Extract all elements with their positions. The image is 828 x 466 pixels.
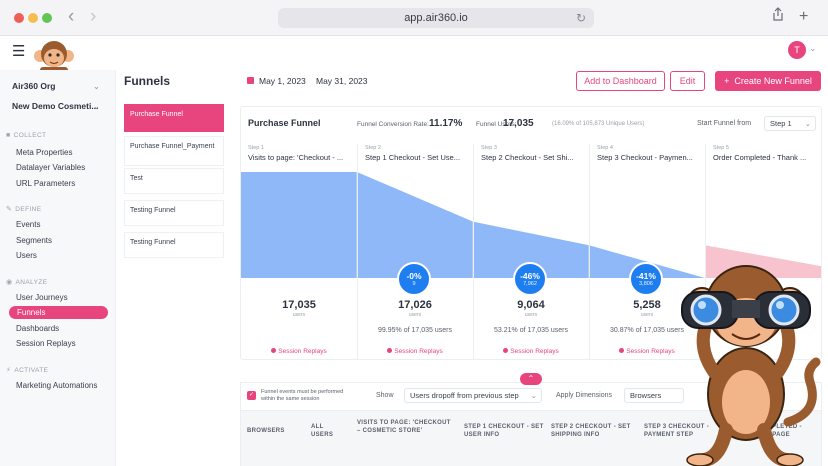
create-new-funnel-label: Create New Funnel	[734, 76, 812, 86]
column-header[interactable]: VISITS TO PAGE: 'CHECKOUT – COSMETIC STO…	[357, 419, 453, 443]
create-new-funnel-button[interactable]: + Create New Funnel	[715, 71, 821, 91]
chevron-down-icon: ⌄	[92, 101, 100, 111]
start-funnel-label: Start Funnel from	[697, 120, 752, 127]
chevron-down-icon: ⌄	[530, 391, 537, 400]
sidebar-item-datalayer-variables[interactable]: Datalayer Variables	[16, 163, 85, 172]
step-header: Step 3 Step 2 Checkout - Set Shi...	[473, 144, 589, 172]
start-step-select[interactable]: Step 1 ⌄	[764, 116, 816, 131]
conversion-rate-value: 11.17%	[429, 118, 463, 129]
add-to-dashboard-button[interactable]: Add to Dashboard	[576, 71, 665, 91]
step-header: Step 4 Step 3 Checkout - Paymen...	[589, 144, 705, 172]
sidebar-item-funnels[interactable]: Funnels	[9, 306, 108, 319]
air360-monkey-logo	[34, 41, 74, 74]
funnel-title: Purchase Funnel	[248, 118, 321, 128]
dropoff-badge[interactable]: -41% 3,806	[629, 262, 663, 296]
section-define: ✎ DEFINE	[6, 206, 42, 213]
conversion-rate-label: Funnel Conversion Rate:	[357, 121, 429, 128]
play-icon	[271, 348, 277, 353]
section-activate: ⚡ ACTIVATE	[6, 367, 49, 374]
step-users: 9,064 users	[517, 299, 545, 318]
step-header: Step 2 Step 1 Checkout - Set Use...	[357, 144, 473, 172]
back-icon[interactable]: ‹	[68, 7, 74, 27]
url-text: app.air360.io	[404, 12, 468, 24]
show-label: Show	[376, 392, 394, 399]
funnel-list-item[interactable]: Purchase Funnel	[124, 104, 224, 132]
chevron-down-icon[interactable]: ⌄	[809, 43, 817, 54]
edit-button[interactable]: Edit	[670, 71, 705, 91]
org-select[interactable]: Air360 Org ⌄	[12, 81, 112, 91]
step-percentage: 99.95% of 17,035 users	[378, 327, 452, 334]
dropoff-badge[interactable]: -46% 7,962	[513, 262, 547, 296]
project-select[interactable]: New Demo Cosmeti... ⌄	[12, 101, 112, 111]
maximize-window-button[interactable]	[42, 13, 52, 23]
pencil-icon: ✎	[6, 206, 13, 213]
sidebar	[0, 70, 116, 466]
column-header[interactable]: BROWSERS	[247, 427, 297, 435]
chevron-down-icon: ⌄	[92, 81, 100, 91]
section-collect: ■ COLLECT	[6, 132, 47, 139]
plus-icon: +	[724, 76, 730, 86]
chevron-down-icon: ⌄	[804, 119, 811, 128]
step-header: Step 5 Order Completed - Thank ...	[705, 144, 821, 172]
monkey-mascot-with-binoculars	[681, 265, 821, 466]
sidebar-item-url-parameters[interactable]: URL Parameters	[16, 179, 75, 188]
document-icon: ■	[6, 132, 11, 139]
apply-dimensions-label: Apply Dimensions	[556, 392, 613, 399]
session-replays-link[interactable]: Session Replays	[473, 348, 589, 355]
calendar-icon[interactable]	[247, 77, 254, 84]
date-to[interactable]: May 31, 2023	[316, 76, 368, 86]
new-tab-icon[interactable]: +	[799, 7, 808, 27]
funnel-users-value: 17,035	[503, 118, 534, 129]
sidebar-item-session-replays[interactable]: Session Replays	[16, 339, 76, 348]
browser-toolbar: ‹ › app.air360.io ↻ +	[0, 0, 828, 36]
sidebar-item-events[interactable]: Events	[16, 220, 40, 229]
funnel-list-item[interactable]: Testing Funnel	[124, 232, 224, 258]
section-analyze: ◉ ANALYZE	[6, 279, 48, 286]
step-percentage: 53.21% of 17,035 users	[494, 327, 568, 334]
minimize-window-button[interactable]	[28, 13, 38, 23]
lightning-icon: ⚡	[6, 367, 12, 374]
close-window-button[interactable]	[14, 13, 24, 23]
date-from[interactable]: May 1, 2023	[259, 76, 306, 86]
eye-icon: ◉	[6, 279, 13, 286]
sidebar-item-user-journeys[interactable]: User Journeys	[16, 293, 68, 302]
page-title: Funnels	[124, 74, 171, 88]
same-session-label: Funnel events must be performed within t…	[261, 389, 344, 402]
funnel-list-item[interactable]: Test	[124, 168, 224, 194]
column-header[interactable]: STEP 2 CHECKOUT - SET SHIPPING INFO	[551, 423, 631, 439]
collapse-chevron-up-icon[interactable]: ⌃	[520, 373, 542, 385]
play-icon	[619, 348, 625, 353]
session-replays-link[interactable]: Session Replays	[357, 348, 473, 355]
funnel-list-item[interactable]: Testing Funnel	[124, 200, 224, 226]
step-header: Step 1 Visits to page: 'Checkout - ...	[248, 145, 344, 162]
show-select[interactable]: Users dropoff from previous step ⌄	[404, 388, 542, 403]
sidebar-item-meta-properties[interactable]: Meta Properties	[16, 148, 72, 157]
same-session-checkbox[interactable]: ✓	[247, 391, 256, 400]
address-bar[interactable]: app.air360.io ↻	[278, 8, 594, 28]
forward-icon[interactable]: ›	[90, 7, 96, 27]
sidebar-item-users[interactable]: Users	[16, 251, 37, 260]
step-users: 17,026 users	[398, 299, 432, 318]
play-icon	[387, 348, 393, 353]
play-icon	[503, 348, 509, 353]
funnel-users-note: (16.09% of 105,873 Unique Users)	[552, 121, 645, 127]
session-replays-link[interactable]: Session Replays	[241, 348, 357, 355]
reload-icon[interactable]: ↻	[576, 8, 586, 28]
step-users: 17,035 users	[282, 299, 316, 318]
sidebar-item-marketing-automations[interactable]: Marketing Automations	[16, 381, 97, 390]
hamburger-menu-icon[interactable]: ☰	[12, 42, 25, 60]
column-header[interactable]: STEP 1 CHECKOUT - SET USER INFO	[464, 423, 544, 439]
sidebar-item-segments[interactable]: Segments	[16, 236, 52, 245]
column-header[interactable]: ALL USERS	[311, 423, 345, 439]
sidebar-item-dashboards[interactable]: Dashboards	[16, 324, 59, 333]
funnel-list-item[interactable]: Purchase Funnel_Payment	[124, 136, 224, 166]
user-avatar[interactable]: T	[788, 41, 806, 59]
dropoff-badge[interactable]: -0% 9	[397, 262, 431, 296]
share-icon[interactable]	[772, 7, 784, 27]
